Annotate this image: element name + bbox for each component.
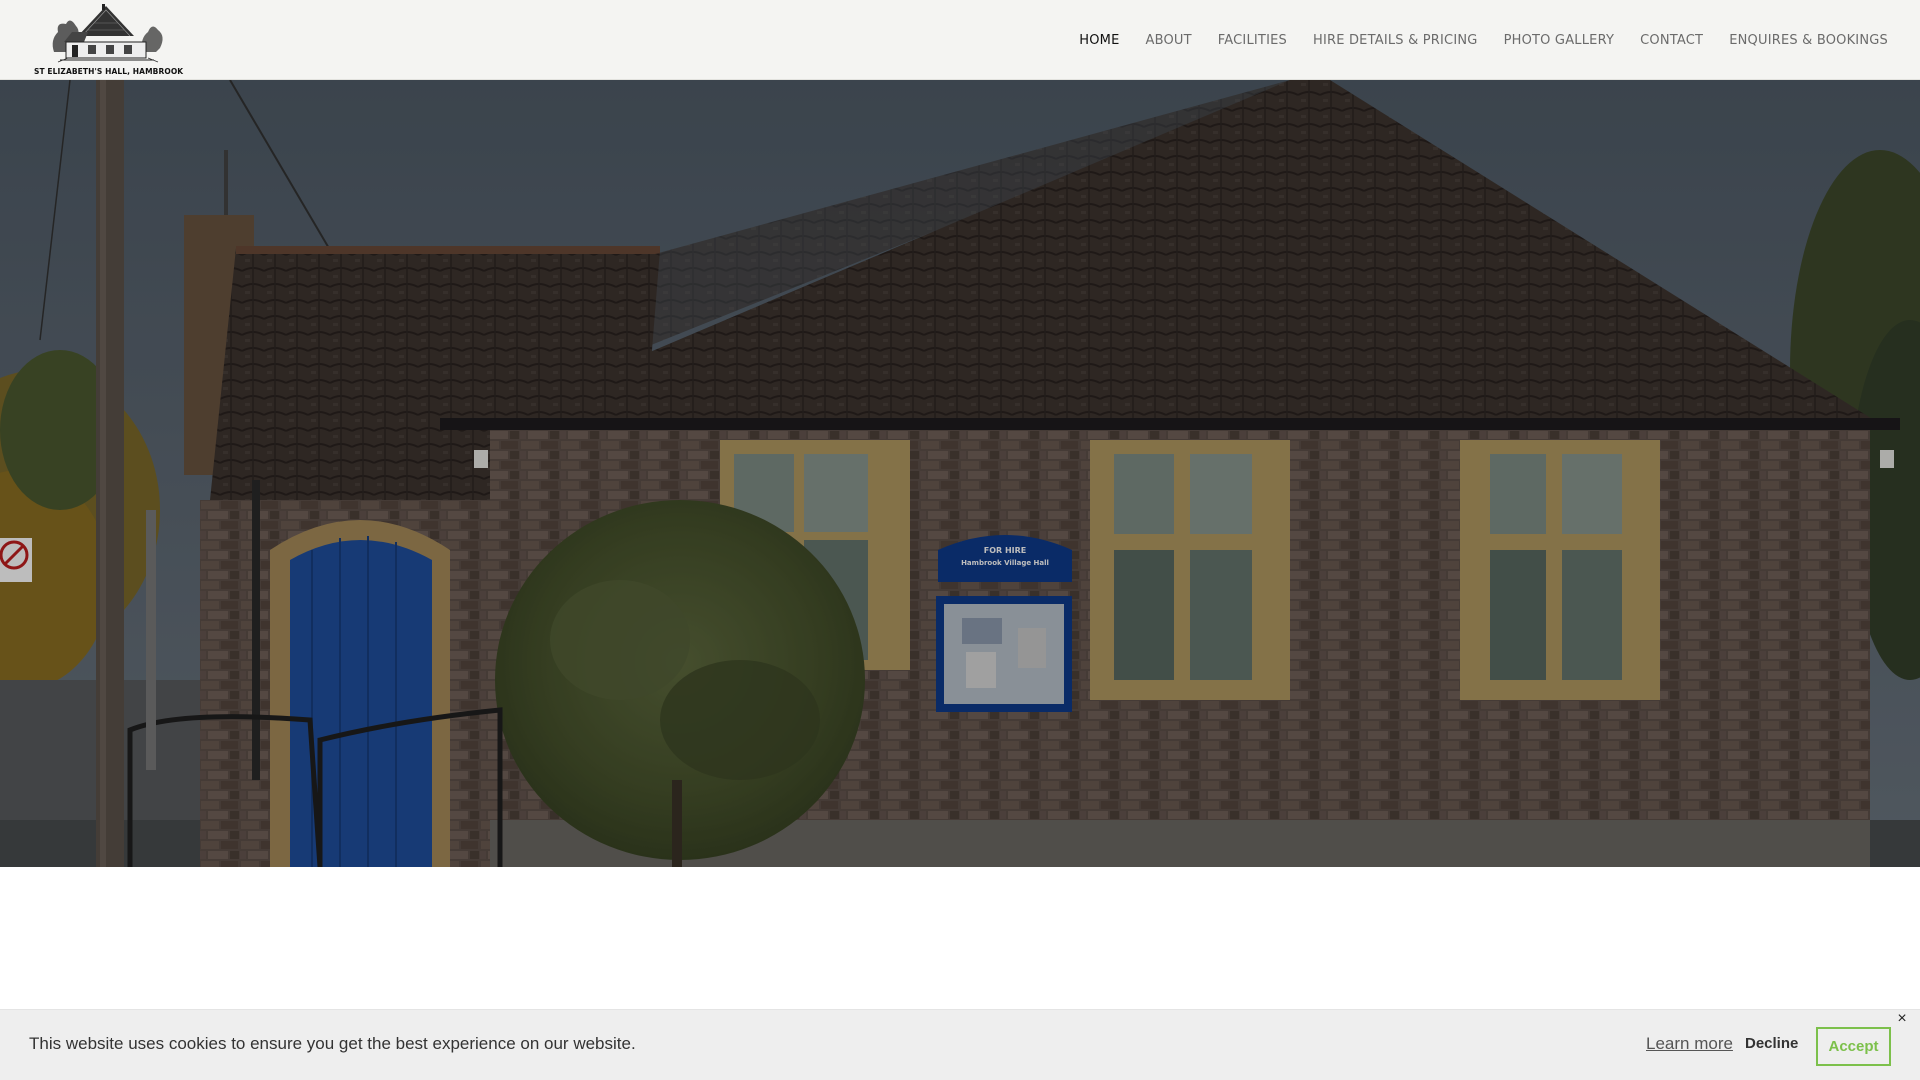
nav-facilities[interactable]: FACILITIES	[1218, 33, 1287, 48]
nav-home[interactable]: HOME	[1079, 33, 1119, 48]
logo-text: ST ELIZABETH'S HALL, HAMBROOK	[34, 67, 184, 76]
nav-about[interactable]: ABOUT	[1146, 33, 1192, 48]
nav-contact[interactable]: CONTACT	[1640, 33, 1703, 48]
cookie-message: This website uses cookies to ensure you …	[29, 1034, 636, 1053]
village-hall-photo: FOR HIRE Hambrook Village Hall	[0, 80, 1920, 867]
accept-button[interactable]: Accept	[1816, 1027, 1891, 1066]
site-logo[interactable]: ST ELIZABETH'S HALL, HAMBROOK	[34, 2, 184, 78]
close-icon[interactable]: ×	[1894, 1010, 1910, 1028]
hall-sketch-icon	[52, 4, 163, 63]
decline-button[interactable]: Decline	[1745, 1035, 1798, 1052]
nav-hire-details-pricing[interactable]: HIRE DETAILS & PRICING	[1313, 33, 1478, 48]
site-header: ST ELIZABETH'S HALL, HAMBROOK HOME ABOUT…	[0, 0, 1920, 80]
cookie-consent-bar: × This website uses cookies to ensure yo…	[0, 1009, 1920, 1080]
main-nav: HOME ABOUT FACILITIES HIRE DETAILS & PRI…	[1079, 0, 1888, 80]
hero-image: FOR HIRE Hambrook Village Hall	[0, 80, 1920, 867]
nav-photo-gallery[interactable]: PHOTO GALLERY	[1504, 33, 1615, 48]
nav-enquires-bookings[interactable]: ENQUIRES & BOOKINGS	[1729, 33, 1888, 48]
learn-more-link[interactable]: Learn more	[1646, 1034, 1733, 1054]
content-area	[0, 867, 1920, 1009]
